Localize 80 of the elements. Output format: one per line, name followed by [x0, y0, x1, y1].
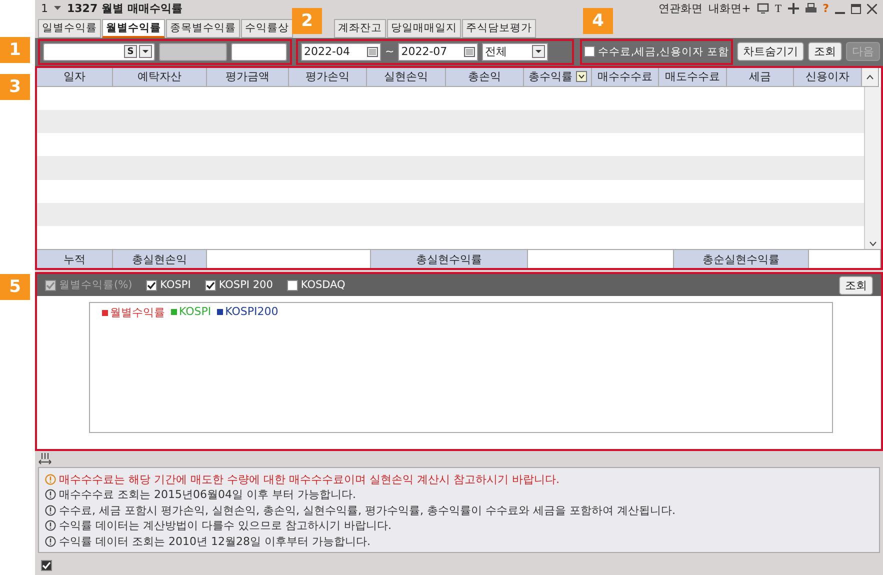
- column-header: 평가손익: [289, 68, 367, 87]
- caret-icon[interactable]: [532, 45, 546, 58]
- summary-label: 총순실현수익률: [674, 250, 809, 268]
- calendar-icon[interactable]: [464, 46, 476, 58]
- exclamation-icon: [45, 474, 56, 485]
- column-header: 총수익률: [524, 68, 592, 87]
- monitor-icon[interactable]: [756, 3, 769, 14]
- column-header: 평가금액: [207, 68, 289, 87]
- tab[interactable]: 주식담보평가: [462, 18, 536, 38]
- tab[interactable]: 계좌잔고: [334, 18, 386, 38]
- close-icon[interactable]: [867, 4, 877, 14]
- scroll-up-icon[interactable]: [866, 74, 874, 80]
- column-header: 일자: [37, 68, 113, 87]
- font-button[interactable]: T: [774, 2, 782, 15]
- series-checkbox[interactable]: KOSPI 200: [204, 279, 273, 292]
- dropdown-icon[interactable]: [576, 71, 586, 82]
- notice-text: 수익률 데이터 조회는 2010년 12월28일 이후부터 가능합니다.: [45, 534, 873, 549]
- tab[interactable]: 종목별수익률: [166, 18, 240, 38]
- plus-icon[interactable]: [788, 3, 799, 14]
- notice-text: 수익률 데이터는 계산방법이 다를수 있으므로 참고하시기 바랍니다.: [45, 518, 873, 534]
- menu-number[interactable]: 1: [41, 2, 48, 16]
- exclamation-icon: [45, 489, 56, 500]
- callout-badge: 4: [583, 8, 613, 34]
- check-icon: [46, 280, 55, 290]
- password-field[interactable]: [231, 42, 287, 61]
- column-header: 세금: [727, 68, 794, 87]
- name-field: [159, 42, 227, 61]
- legend-marker-icon: [171, 308, 177, 315]
- legend-item: 월별수익률: [102, 305, 165, 320]
- legend-marker-icon: [217, 308, 224, 315]
- tab[interactable]: 당일매매일지: [387, 18, 461, 38]
- series-checkbox[interactable]: KOSPI: [146, 279, 191, 292]
- check-icon: [206, 280, 215, 290]
- caret-icon[interactable]: [139, 45, 152, 58]
- check-icon: [147, 280, 156, 290]
- column-header: 매도수수료: [659, 68, 727, 87]
- tab[interactable]: 일별수익률: [38, 18, 101, 38]
- to-date-field[interactable]: 2022-07: [398, 42, 478, 61]
- related-screens-menu[interactable]: 연관화면: [658, 1, 703, 16]
- summary-label: 총실현수익률: [371, 250, 528, 268]
- column-header: 예탁자산: [113, 68, 207, 87]
- chart-query-button[interactable]: 조회: [839, 276, 873, 295]
- toolbar-button[interactable]: 차트숨기기: [737, 42, 804, 62]
- filter-select[interactable]: 전체: [482, 42, 548, 61]
- tab[interactable]: 수익률상: [241, 18, 293, 38]
- legend-marker-icon: [102, 310, 108, 316]
- scroll-down-icon[interactable]: [869, 241, 877, 248]
- footer-checkbox[interactable]: [41, 560, 52, 571]
- check-icon: [42, 560, 51, 570]
- summary-label: 누적: [37, 250, 113, 268]
- notice-text: 매수수수료 조회는 2015년06월04일 이후 부터 가능합니다.: [45, 487, 873, 502]
- series-checkbox[interactable]: KOSDAQ: [286, 279, 346, 292]
- notice-text: 매수수수료는 해당 기간에 매도한 수량에 대한 매수수수료이며 실현손익 계산시 참고하시기 바랍니다.: [45, 472, 873, 487]
- exclamation-icon: [45, 520, 56, 532]
- screen-title: 1327 월별 매매수익률: [67, 1, 182, 16]
- callout-badge: 5: [0, 274, 30, 300]
- legend-item: KOSPI200: [217, 305, 278, 318]
- callout-badge: 2: [292, 8, 322, 34]
- exclamation-icon: [45, 536, 56, 547]
- maximize-icon[interactable]: [851, 4, 861, 14]
- calendar-icon[interactable]: [367, 46, 378, 58]
- column-header: 실현손익: [367, 68, 446, 87]
- exclamation-icon: [45, 504, 56, 516]
- print-icon[interactable]: [804, 3, 817, 14]
- toolbar-button[interactable]: 조회: [808, 42, 842, 62]
- legend-item: KOSPI: [171, 305, 212, 318]
- range-separator: ~: [385, 45, 394, 58]
- callout-badge: 3: [0, 74, 30, 100]
- resize-columns-icon[interactable]: [38, 453, 52, 466]
- from-date-field[interactable]: 2022-04: [301, 42, 381, 61]
- tab[interactable]: 월별수익률: [102, 18, 165, 38]
- column-header: 총손익: [446, 68, 524, 87]
- summary-label: 총실현손익: [113, 250, 207, 268]
- column-header: 신용이자: [794, 68, 862, 87]
- notice-text: 수수료, 세금 포함시 평가손익, 실현손익, 총손익, 실현수익률, 평가수익률, 총수익률이 수수료와 세금을 포함하여 계산됩니다.: [45, 502, 873, 518]
- account-field[interactable]: S: [43, 42, 155, 61]
- my-screen-link[interactable]: 내화면+: [708, 1, 751, 16]
- column-header: 매수수수료: [592, 68, 659, 87]
- callout-badge: 1: [0, 37, 30, 63]
- include-fees-checkbox[interactable]: 수수료,세금,신용이자 포함: [584, 44, 729, 59]
